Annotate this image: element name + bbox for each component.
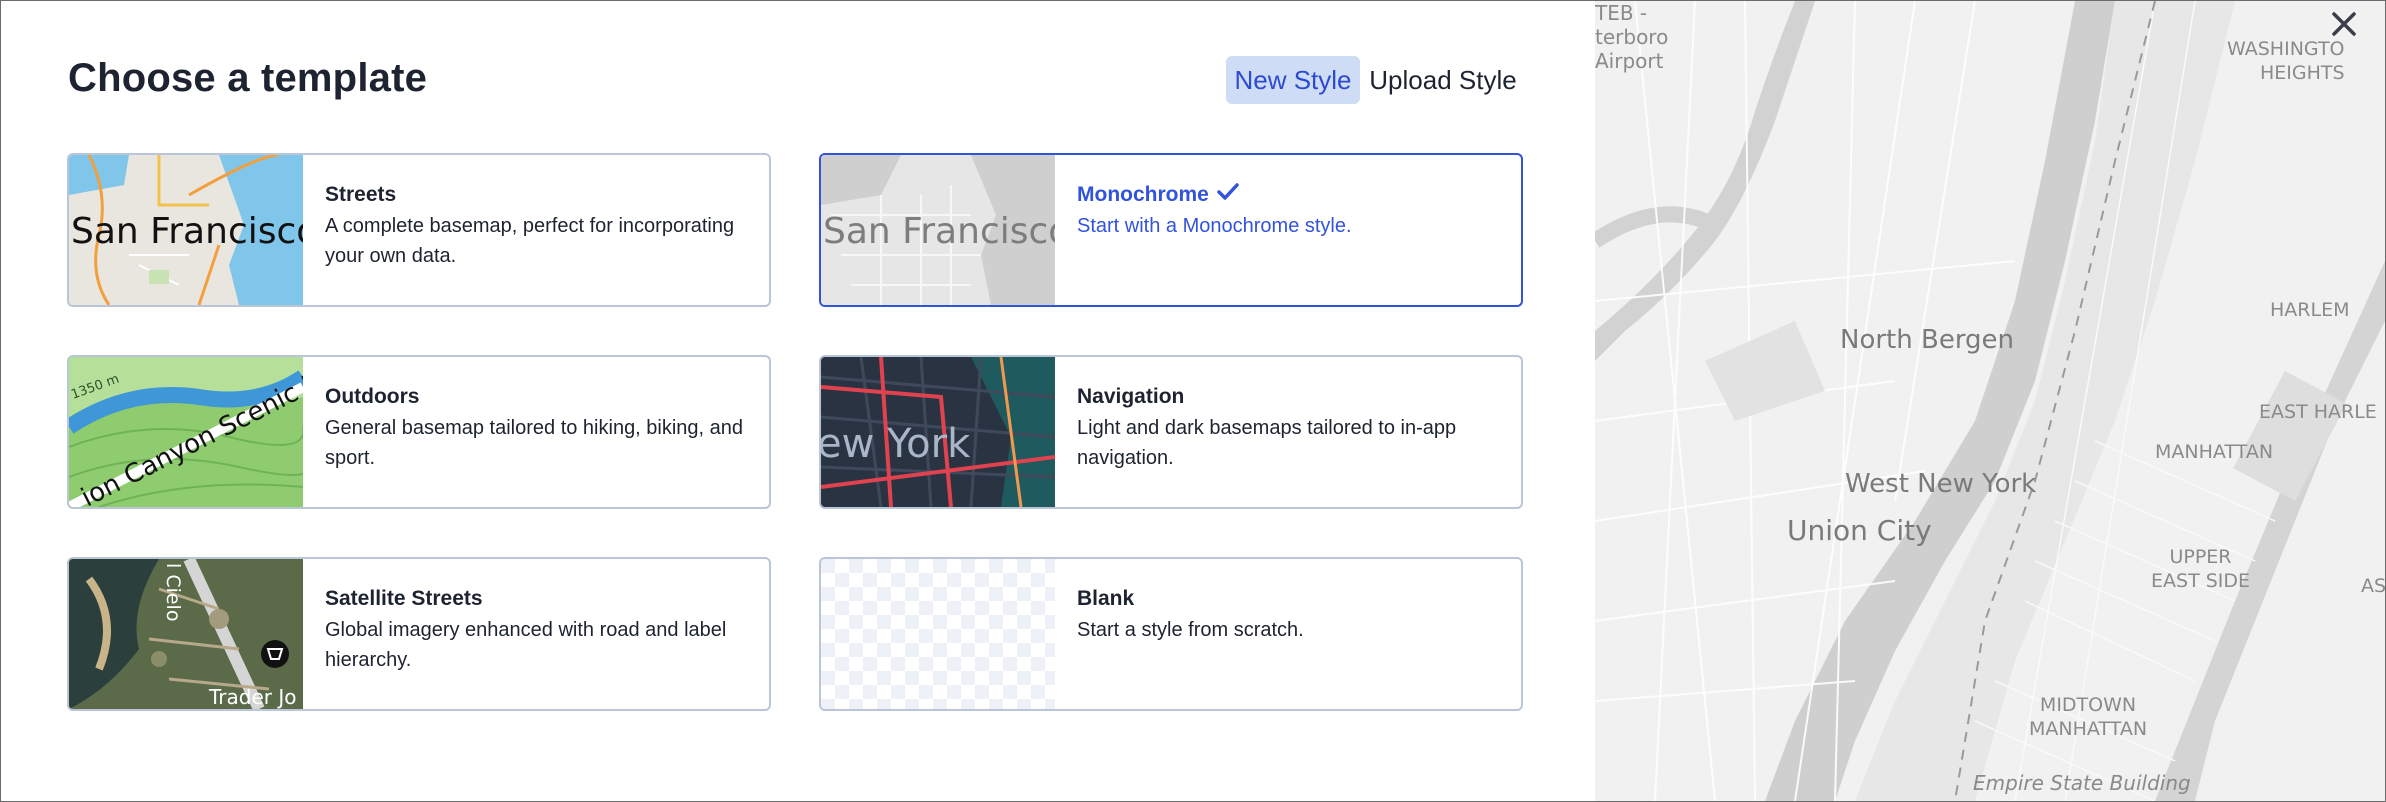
map-label-manhattan: MANHATTAN <box>2155 441 2274 463</box>
map-label-harlem: HARLEM <box>2270 299 2350 321</box>
map-label-upper-east-side: UPPER EAST SIDE <box>2151 546 2251 592</box>
monochrome-thumb-text: San Francisco <box>823 211 1055 252</box>
template-title: Outdoors <box>325 385 420 408</box>
map-label-union-city: Union City <box>1787 514 1932 547</box>
map-label-east-harlem: EAST HARLE <box>2259 401 2377 423</box>
satellite-thumbnail: l Cielo Trader Jo <box>69 559 303 709</box>
template-title: Monochrome <box>1077 183 1209 206</box>
template-title: Streets <box>325 183 397 206</box>
map-label-midtown: MIDTOWN MANHATTAN <box>2029 694 2148 740</box>
map-label-teterboro: TEB - terboro Airport <box>1595 1 1669 73</box>
template-card-streets[interactable]: San Francisco Streets A complete basemap… <box>67 153 771 307</box>
navigation-thumb-text: ew York <box>821 421 971 467</box>
template-title-row: Monochrome <box>1077 181 1497 209</box>
outdoors-thumbnail: ion Canyon Scenic Dr 1350 m <box>69 357 303 507</box>
map-label-west-new-york: West New York <box>1845 469 2037 499</box>
navigation-thumbnail: ew York <box>821 357 1055 507</box>
page-title: Choose a template <box>68 56 428 100</box>
streets-thumbnail: San Francisco <box>69 155 303 305</box>
satellite-street-text: l Cielo <box>162 563 184 621</box>
streets-thumb-text: San Francisco <box>71 211 303 252</box>
map-label-as: AS <box>2361 575 2385 597</box>
template-description: Light and dark basemaps tailored to in-a… <box>1077 417 1457 469</box>
template-card-outdoors[interactable]: ion Canyon Scenic Dr 1350 m Outdoors Gen… <box>67 355 771 509</box>
map-label-empire-state: Empire State Building <box>1973 771 2191 795</box>
template-description: Global imagery enhanced with road and la… <box>325 619 727 671</box>
map-label-washington-heights: WASHINGTO HEIGHTS <box>2227 38 2345 84</box>
template-title: Navigation <box>1077 385 1185 408</box>
new-style-toggle[interactable]: New Style <box>1226 56 1360 104</box>
template-description: Start a style from scratch. <box>1077 619 1304 641</box>
satellite-thumb-text: Trader Jo <box>208 685 296 709</box>
check-icon <box>1217 181 1239 209</box>
template-description: General basemap tailored to hiking, biki… <box>325 417 744 469</box>
template-description: A complete basemap, perfect for incorpor… <box>325 215 735 267</box>
template-card-blank[interactable]: Blank Start a style from scratch. <box>819 557 1523 711</box>
template-card-navigation[interactable]: ew York Navigation Light and dark basema… <box>819 355 1523 509</box>
upload-style-toggle[interactable]: Upload Style <box>1367 56 1519 104</box>
blank-thumbnail <box>821 559 1055 709</box>
template-title: Satellite Streets <box>325 587 483 610</box>
template-title: Blank <box>1077 587 1135 610</box>
map-preview[interactable]: TEB - terboro Airport WASHINGTO HEIGHTS … <box>1595 1 2385 801</box>
template-card-monochrome[interactable]: San Francisco Monochrome Start with a Mo… <box>819 153 1523 307</box>
close-button[interactable] <box>2331 11 2367 47</box>
template-description: Start with a Monochrome style. <box>1077 215 1352 237</box>
monochrome-thumbnail: San Francisco <box>821 155 1055 305</box>
map-label-north-bergen: North Bergen <box>1840 325 2015 355</box>
template-card-satellite-streets[interactable]: l Cielo Trader Jo Satellite Streets Glob… <box>67 557 771 711</box>
